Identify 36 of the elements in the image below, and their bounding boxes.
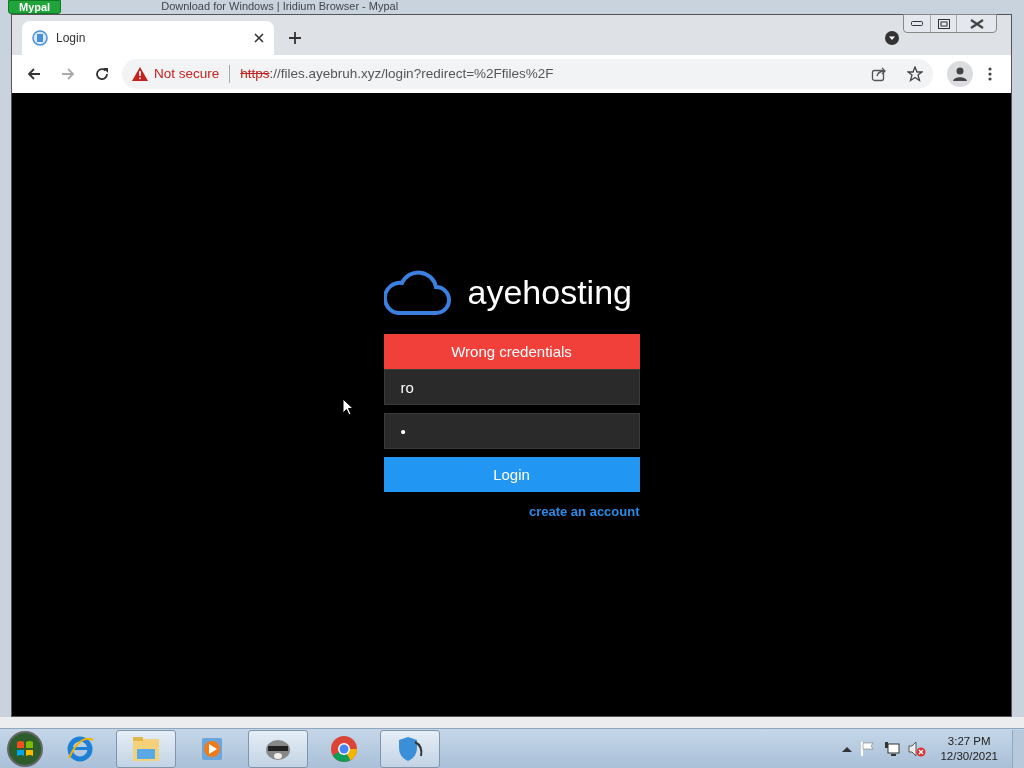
tab-title: Login — [56, 30, 87, 47]
password-field[interactable]: • — [383, 413, 640, 450]
warning-icon — [132, 67, 148, 81]
security-label: Not secure — [154, 64, 220, 83]
close-icon — [969, 18, 984, 29]
minimize-icon — [911, 20, 923, 27]
taskbar-button[interactable] — [248, 729, 308, 768]
close-icon[interactable] — [254, 33, 264, 43]
username-field[interactable]: ro — [383, 369, 640, 406]
logo-text: ayehosting — [467, 272, 632, 314]
start-button[interactable] — [6, 729, 44, 768]
network-icon[interactable] — [884, 740, 901, 757]
right-arrow-icon — [60, 66, 76, 82]
clock-time: 3:27 PM — [946, 733, 992, 749]
maximize-icon — [937, 18, 950, 29]
new-tab-icon[interactable] — [288, 31, 302, 45]
star-icon[interactable] — [907, 66, 923, 82]
browser-tab[interactable]: Login — [22, 21, 274, 55]
address-bar[interactable]: Not secure https://files.ayebruh.xyz/login?redirect=%2Ffiles%2F — [122, 59, 933, 89]
profile-icon[interactable] — [947, 61, 973, 87]
cloud-icon — [383, 268, 452, 317]
window-title: Download for Windows | Iridium Browser - Mypal — [161, 0, 399, 12]
chrome-icon — [329, 733, 359, 764]
left-arrow-icon — [26, 66, 42, 82]
clock-date: 12/30/2021 — [940, 748, 998, 764]
mouse-pointer-icon — [342, 398, 354, 416]
globe-icon — [32, 30, 48, 46]
error-message: Wrong credentials — [383, 334, 640, 370]
share-icon[interactable] — [871, 66, 887, 82]
reload-icon — [94, 66, 110, 82]
url-text: https://files.ayebruh.xyz/login?redirect=%2Ffiles%2F — [240, 64, 554, 83]
chevron-up-icon[interactable] — [842, 745, 853, 752]
menu-icon[interactable] — [987, 66, 993, 82]
tab-search-icon[interactable] — [885, 31, 899, 45]
speaker-muted-icon[interactable] — [908, 740, 927, 757]
create-account-link[interactable]: create an account — [528, 502, 640, 522]
